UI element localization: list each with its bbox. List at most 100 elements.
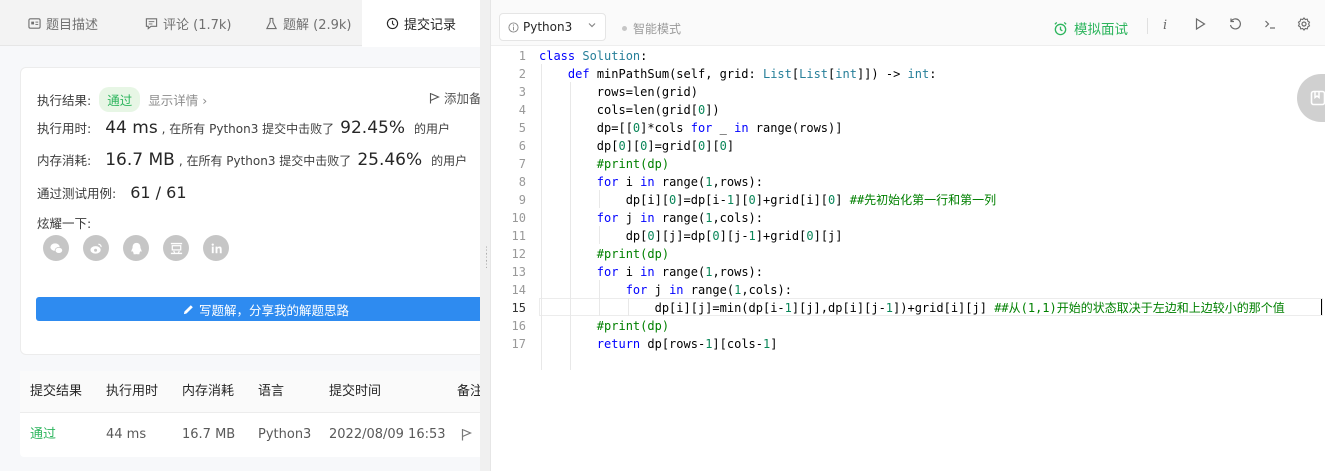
- header-time: 提交时间: [329, 384, 382, 399]
- code-line[interactable]: return dp[rows-1][cols-1]: [539, 335, 778, 353]
- row-result[interactable]: 通过: [30, 413, 56, 457]
- qq-icon[interactable]: [123, 235, 149, 261]
- status-label: 执行结果:: [37, 93, 92, 108]
- write-solution-button[interactable]: 写题解，分享我的解题思路: [36, 297, 480, 321]
- tab-solutions-label: 题解 (2.9k): [283, 17, 352, 33]
- line-number: 2: [518, 67, 526, 81]
- line-number: 1: [518, 49, 526, 63]
- tests-value: 61 / 61: [130, 183, 187, 202]
- write-solution-label: 写题解，分享我的解题思路: [198, 302, 349, 318]
- table-header: 提交结果 执行用时 内存消耗 语言 提交时间 备注: [20, 371, 480, 413]
- row-memory: 16.7 MB: [182, 427, 236, 442]
- line-number: 5: [518, 121, 526, 135]
- code-line[interactable]: dp[0][j]=dp[0][j-1]+grid[0][j]: [539, 227, 843, 245]
- tab-description[interactable]: 题目描述: [28, 0, 98, 46]
- line-number: 12: [511, 247, 526, 261]
- code-line[interactable]: dp=[[0]*cols for _ in range(rows)]: [539, 119, 843, 137]
- memory-label: 内存消耗:: [37, 153, 92, 168]
- share-icons: [43, 235, 229, 261]
- add-note-button[interactable]: 添加备: [429, 88, 480, 107]
- runtime-row: 执行用时: 44 ms , 在所有 Python3 提交中击败了 92.45% …: [37, 118, 450, 138]
- line-number: 13: [511, 265, 526, 279]
- line-number: 8: [518, 175, 526, 189]
- line-number: 15: [511, 301, 526, 315]
- settings-icon[interactable]: [1297, 17, 1311, 31]
- linkedin-icon[interactable]: [203, 235, 229, 261]
- line-number: 4: [518, 103, 526, 117]
- tab-solutions[interactable]: 题解 (2.9k): [265, 0, 351, 46]
- code-line[interactable]: for j in range(1,cols):: [539, 281, 792, 299]
- alarm-clock-icon: [1054, 21, 1067, 35]
- line-number: 11: [511, 229, 526, 243]
- chevron-down-icon: [588, 23, 596, 28]
- submissions-table: 提交结果 执行用时 内存消耗 语言 提交时间 备注 通过 44 ms 16.7 …: [20, 371, 480, 457]
- code-line[interactable]: class Solution:: [539, 47, 647, 65]
- line-number: 7: [518, 157, 526, 171]
- language-select[interactable]: Python3: [499, 13, 606, 41]
- code-editor[interactable]: 1 2 3 4 5 6 7 8 9 10 11 12 13 14 15 16 17 class Solution…: [491, 46, 1325, 471]
- row-flag-icon[interactable]: [461, 413, 472, 457]
- line-number: 10: [511, 211, 526, 225]
- memory-row: 内存消耗: 16.7 MB , 在所有 Python3 提交中击败了 25.46…: [37, 150, 467, 170]
- dot-icon: [622, 26, 627, 31]
- panel-resize-handle[interactable]: ⋮ ⋮ ⋮: [482, 247, 491, 292]
- show-details-link[interactable]: 显示详情 ›: [148, 90, 207, 109]
- result-card: 执行结果: 通过 显示详情 › 添加备 执行用时: 44 ms , 在所有 Py…: [20, 67, 480, 355]
- left-panel: 题目描述 评论 (1.7k) 题解 (2.9k) 提交记录 执行结果: 通过 显…: [0, 0, 480, 471]
- text-caret: [1321, 299, 1322, 315]
- code-line[interactable]: #print(dp): [539, 317, 669, 335]
- runtime-percent: 92.45%: [340, 118, 405, 138]
- comment-icon: [145, 17, 158, 30]
- code-line[interactable]: for i in range(1,rows):: [539, 173, 763, 191]
- terminal-icon[interactable]: [1263, 17, 1277, 31]
- mock-interview-button[interactable]: 模拟面试: [1053, 18, 1128, 38]
- header-language: 语言: [258, 384, 285, 399]
- tab-submissions[interactable]: 提交记录: [362, 0, 480, 47]
- editor-toolbar: Python3 智能模式 模拟面试 i: [491, 0, 1325, 46]
- douban-icon[interactable]: [163, 235, 189, 261]
- code-line[interactable]: rows=len(grid): [539, 83, 698, 101]
- flask-icon: [265, 17, 278, 30]
- add-note-label: 添加备: [444, 91, 480, 106]
- runtime-label: 执行用时:: [37, 121, 92, 136]
- code-line[interactable]: dp[0][0]=grid[0][0]: [539, 137, 734, 155]
- svg-text:i: i: [1163, 18, 1167, 31]
- clock-icon: [386, 17, 399, 30]
- weibo-icon[interactable]: [83, 235, 109, 261]
- tab-comments[interactable]: 评论 (1.7k): [145, 0, 231, 46]
- smart-mode-toggle[interactable]: 智能模式: [622, 20, 681, 37]
- share-label: 炫耀一下:: [37, 216, 92, 231]
- toolbar-divider: [1147, 18, 1148, 34]
- code-line[interactable]: #print(dp): [539, 155, 669, 173]
- memory-percent: 25.46%: [357, 150, 423, 170]
- code-line[interactable]: dp[i][0]=dp[i-1][0]+grid[i][0] ##先初始化第一行…: [539, 191, 996, 209]
- row-language: Python3: [258, 427, 312, 442]
- code-line[interactable]: def minPathSum(self, grid: List[List[int…: [539, 65, 937, 83]
- runtime-text: , 在所有 Python3 提交中击败了: [161, 122, 335, 136]
- header-note: 备注: [457, 384, 480, 399]
- memory-text: , 在所有 Python3 提交中击败了: [178, 154, 352, 168]
- memory-suffix: 的用户: [431, 154, 468, 168]
- mock-interview-label: 模拟面试: [1074, 22, 1128, 38]
- header-result: 提交结果: [30, 384, 83, 399]
- run-icon[interactable]: [1193, 17, 1207, 31]
- tab-submissions-label: 提交记录: [403, 18, 456, 33]
- flag-icon: [429, 92, 440, 103]
- document-icon: [28, 17, 41, 30]
- code-line[interactable]: for i in range(1,rows):: [539, 263, 763, 281]
- code-line[interactable]: for j in range(1,cols):: [539, 209, 763, 227]
- header-memory: 内存消耗: [182, 384, 235, 399]
- code-line[interactable]: cols=len(grid[0]): [539, 101, 720, 119]
- line-number: 3: [518, 85, 526, 99]
- pencil-icon: [183, 304, 193, 314]
- reset-icon[interactable]: [1228, 17, 1242, 31]
- line-number: 16: [511, 319, 526, 333]
- code-line[interactable]: dp[i][j]=min(dp[i-1][j],dp[i][j-1])+grid…: [539, 299, 1285, 317]
- info-icon: [508, 21, 519, 33]
- tab-comments-label: 评论 (1.7k): [163, 17, 232, 33]
- info-italic-icon[interactable]: i: [1158, 17, 1172, 31]
- wechat-icon[interactable]: [43, 235, 69, 261]
- tests-row: 通过测试用例: 61 / 61: [37, 183, 187, 202]
- line-number: 14: [511, 283, 526, 297]
- code-line[interactable]: #print(dp): [539, 245, 669, 263]
